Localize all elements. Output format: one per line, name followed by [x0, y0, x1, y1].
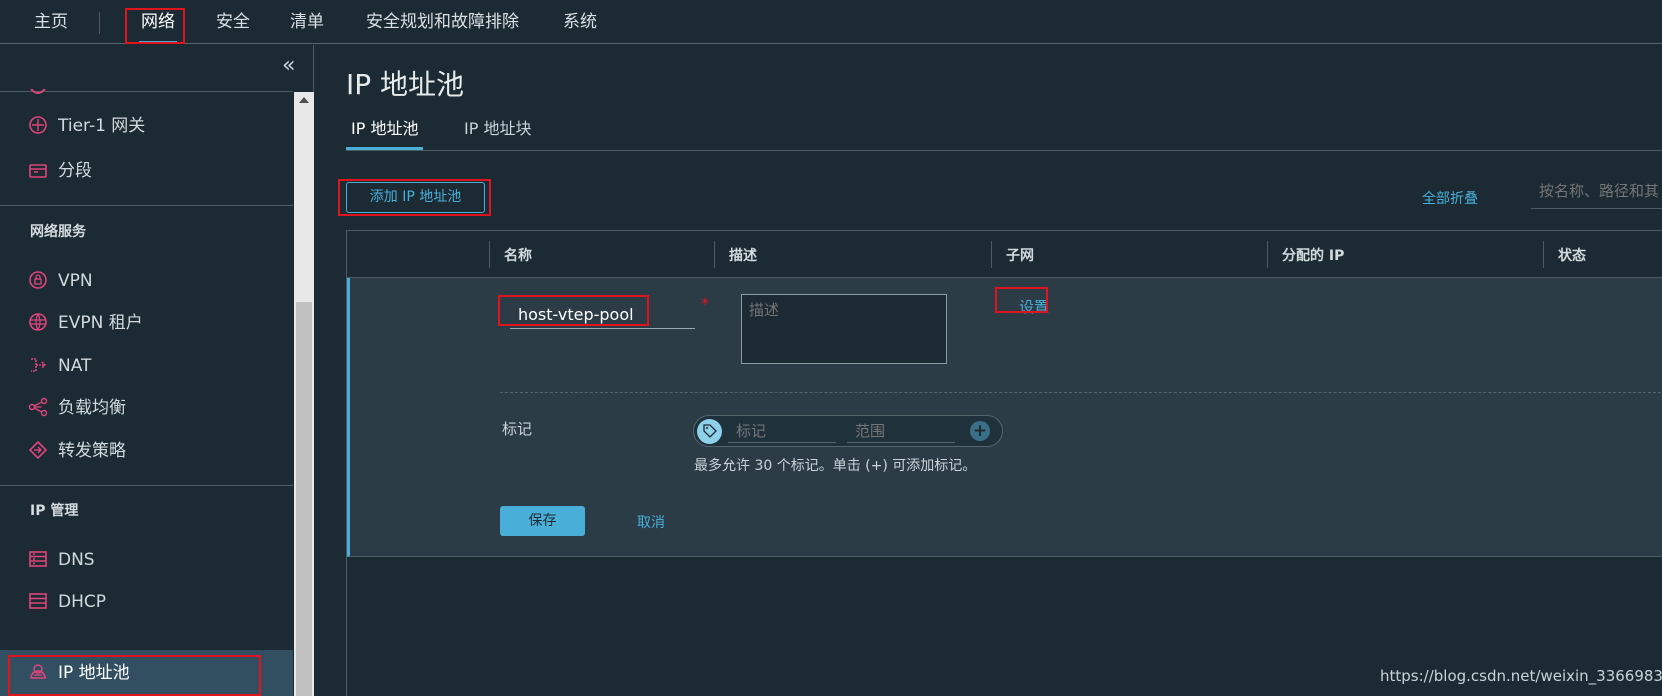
- section-ip-management: IP 管理: [30, 503, 79, 519]
- sidebar: « Tier-1 网关 分段 网络服务 VPN EVPN 租户 NAT 负载均衡…: [0, 45, 314, 696]
- column-separator: [991, 241, 992, 268]
- column-header-allocated-ips[interactable]: 分配的 IP: [1282, 245, 1344, 265]
- sidebar-item-forwarding-policies[interactable]: 转发策略: [28, 435, 126, 467]
- save-button[interactable]: 保存: [500, 506, 585, 536]
- cancel-button[interactable]: 取消: [637, 512, 665, 532]
- sidebar-item-label: 分段: [58, 161, 92, 181]
- sidebar-divider: [0, 205, 293, 206]
- forwarding-policy-icon: [28, 440, 48, 459]
- tab-ip-pools[interactable]: IP 地址池: [346, 117, 424, 150]
- nat-icon: [31, 357, 47, 372]
- column-header-name[interactable]: 名称: [504, 245, 532, 265]
- column-separator: [1543, 241, 1544, 268]
- sidebar-item-evpn[interactable]: EVPN 租户: [28, 307, 143, 339]
- column-header-status[interactable]: 状态: [1558, 245, 1586, 265]
- column-separator: [714, 241, 715, 268]
- sidebar-item-label: 负载均衡: [58, 398, 126, 418]
- page-title: IP 地址池: [346, 68, 465, 101]
- sidebar-item-label: NAT: [58, 356, 92, 376]
- sidebar-item-label: 转发策略: [58, 441, 126, 461]
- partial-icon: [30, 89, 46, 94]
- gateway-icon: [29, 115, 47, 134]
- sidebar-item-label: Tier-1 网关: [58, 116, 146, 136]
- required-asterisk: *: [701, 294, 709, 313]
- column-header-subnets[interactable]: 子网: [1006, 245, 1034, 265]
- nav-system[interactable]: 系统: [563, 0, 597, 44]
- collapse-all-link[interactable]: 全部折叠: [1422, 188, 1478, 208]
- add-ip-pool-button[interactable]: 添加 IP 地址池: [346, 182, 485, 213]
- nav-active-indicator: [139, 41, 177, 44]
- tag-icon: [697, 419, 722, 444]
- scope-input[interactable]: [847, 419, 955, 443]
- load-balancer-icon: [28, 397, 48, 416]
- column-separator: [1267, 241, 1268, 268]
- sidebar-item-tier1[interactable]: Tier-1 网关: [28, 110, 145, 142]
- nav-home[interactable]: 主页: [34, 0, 68, 44]
- scrollbar-thumb[interactable]: [296, 302, 312, 696]
- tag-hint: 最多允许 30 个标记。单击 (+) 可添加标记。: [694, 458, 977, 474]
- set-subnets-link[interactable]: 设置: [1019, 296, 1049, 317]
- sidebar-item-label: IP 地址池: [58, 663, 130, 683]
- main-content: IP 地址池 IP 地址池 IP 地址块 添加 IP 地址池 全部折叠 名称 描…: [315, 45, 1662, 696]
- sidebar-item-label: DHCP: [58, 592, 106, 612]
- sidebar-scrollbar[interactable]: [294, 92, 314, 696]
- sidebar-item-ip-pools[interactable]: IP 地址池: [28, 657, 130, 689]
- scroll-up-icon[interactable]: [299, 97, 309, 103]
- sidebar-item-vpn[interactable]: VPN: [28, 265, 93, 297]
- sidebar-item-dns[interactable]: DNS: [28, 544, 95, 576]
- name-input[interactable]: [510, 301, 695, 329]
- sidebar-item-label: EVPN 租户: [58, 313, 143, 333]
- sidebar-item-nat[interactable]: NAT: [28, 350, 91, 382]
- search-input[interactable]: [1531, 173, 1662, 209]
- nav-networking[interactable]: 网络: [141, 0, 175, 44]
- row-divider: [500, 392, 1662, 393]
- collapse-sidebar-icon[interactable]: «: [282, 55, 295, 77]
- edit-row: * 设置 标记 + 最多允许 30 个标记。单击 (+) 可添加标记。 保存 取…: [347, 278, 1662, 557]
- sidebar-item-load-balancing[interactable]: 负载均衡: [28, 392, 126, 424]
- nav-separator: [99, 12, 100, 34]
- dhcp-server-icon: [29, 592, 47, 609]
- add-tag-icon[interactable]: +: [970, 421, 990, 441]
- column-separator: [489, 241, 490, 268]
- sidebar-divider: [0, 485, 293, 486]
- column-header-description[interactable]: 描述: [729, 245, 757, 265]
- grid-header: 名称 描述 子网 分配的 IP 状态: [347, 231, 1662, 278]
- watermark: https://blog.csdn.net/weixin_33669839: [1380, 667, 1662, 685]
- tag-editor: +: [693, 415, 1003, 447]
- evpn-globe-icon: [29, 312, 47, 331]
- vpn-lock-icon: [29, 270, 47, 289]
- tag-input[interactable]: [728, 419, 836, 443]
- ip-pool-icon: [30, 663, 46, 679]
- description-textarea[interactable]: [741, 294, 947, 364]
- tabs-baseline: [346, 150, 1662, 151]
- dns-server-icon: [29, 550, 47, 567]
- sidebar-item-dhcp[interactable]: DHCP: [28, 586, 106, 618]
- segment-icon: [29, 163, 47, 178]
- tab-ip-blocks[interactable]: IP 地址块: [464, 117, 531, 150]
- nav-plan-troubleshoot[interactable]: 安全规划和故障排除: [366, 0, 519, 44]
- sidebar-item-label: VPN: [58, 271, 93, 291]
- tags-label: 标记: [502, 420, 533, 438]
- sidebar-item-segments[interactable]: 分段: [28, 155, 92, 187]
- sidebar-item-label: DNS: [58, 550, 95, 570]
- nav-security[interactable]: 安全: [216, 0, 250, 44]
- section-network-services: 网络服务: [30, 224, 86, 240]
- top-nav: 主页 网络 安全 清单 安全规划和故障排除 系统: [0, 0, 1662, 44]
- ip-pool-grid: 名称 描述 子网 分配的 IP 状态 * 设置 标记: [346, 230, 1662, 696]
- nav-inventory[interactable]: 清单: [290, 0, 324, 44]
